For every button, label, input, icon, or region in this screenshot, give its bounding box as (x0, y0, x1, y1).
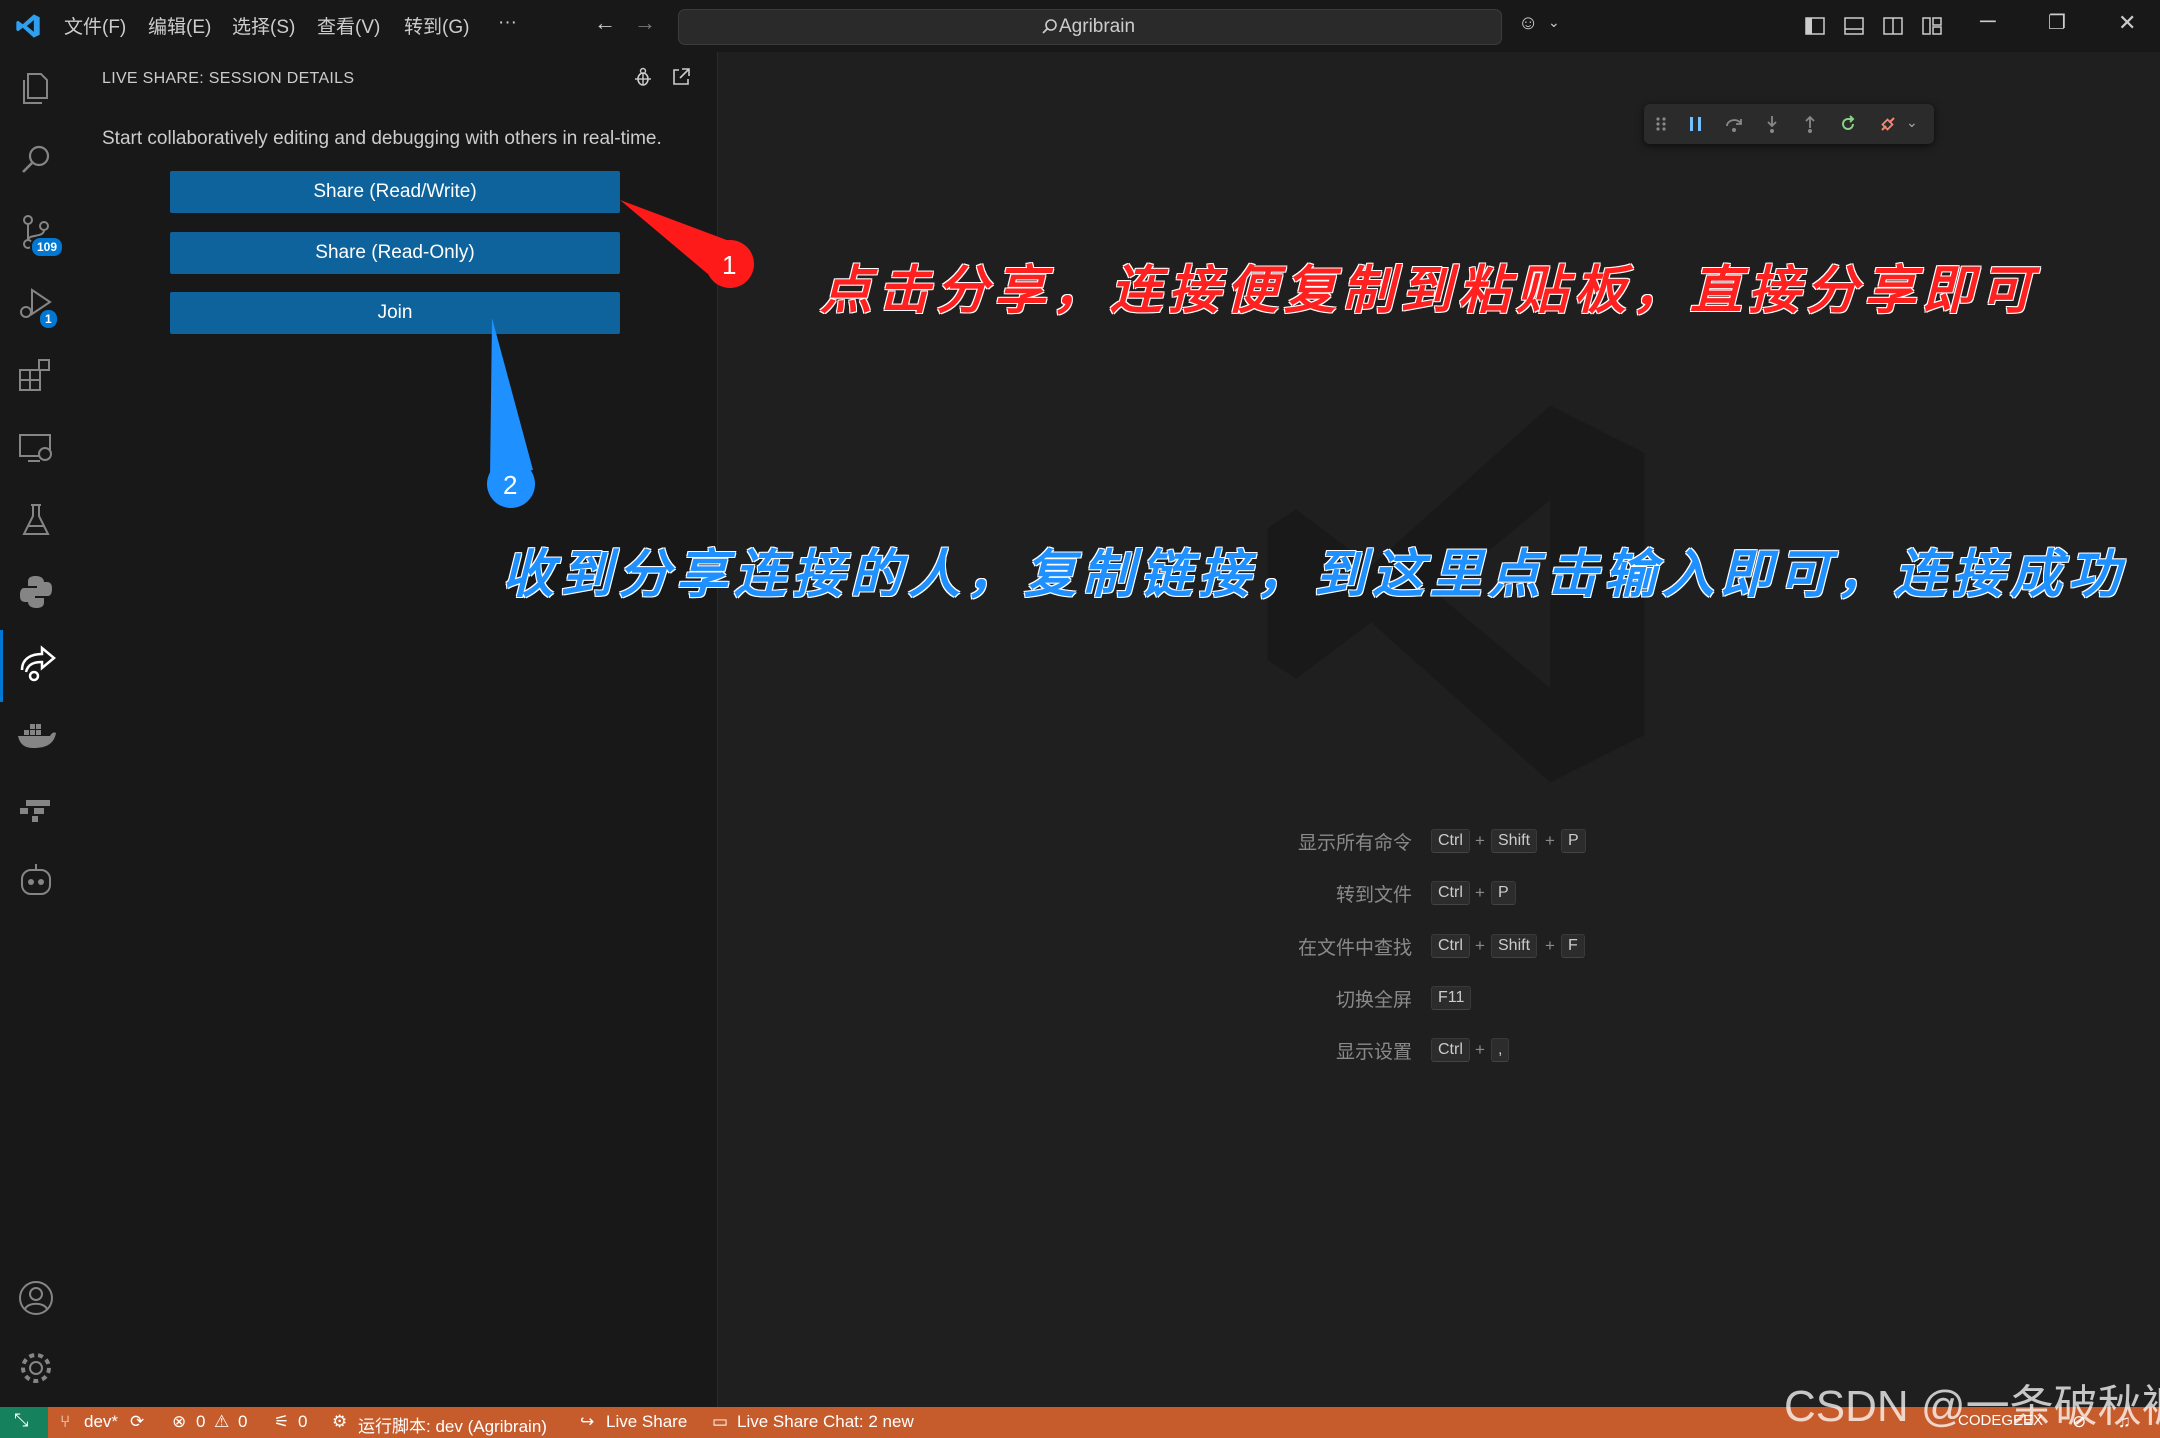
warning-count[interactable]: 0 (238, 1412, 247, 1432)
ports-icon: ⚟ (274, 1412, 290, 1431)
sync-icon[interactable]: ⟳ (130, 1412, 144, 1432)
run-script-icon: ⚙ (332, 1412, 348, 1431)
ports-count[interactable]: 0 (298, 1412, 307, 1432)
csdn-watermark: CSDN @一条破秋裤 (1784, 1382, 2160, 1431)
annotation-layer (487, 200, 754, 508)
warning-icon: ⚠ (214, 1412, 230, 1431)
live-share-status-icon: ↪ (580, 1412, 595, 1431)
chat-icon: ▭ (712, 1412, 729, 1431)
blue-callout-arrow (490, 318, 533, 478)
annotation-share-hint: 点击分享，连接便复制到粘贴板，直接分享即可 (820, 260, 2039, 321)
error-icon: ⊗ (172, 1412, 187, 1431)
live-share-chat-status[interactable]: Live Share Chat: 2 new (737, 1412, 914, 1432)
live-share-status[interactable]: Live Share (606, 1412, 687, 1432)
run-script-status[interactable]: 运行脚本: dev (Agribrain) (358, 1412, 547, 1437)
remote-icon: ⤡ (14, 1410, 29, 1430)
error-count[interactable]: 0 (196, 1412, 205, 1432)
branch-name[interactable]: dev* (84, 1412, 118, 1432)
marker-2-label: 2 (503, 470, 518, 500)
marker-1-label: 1 (722, 250, 737, 280)
remote-indicator[interactable]: ⤡ (0, 1407, 48, 1438)
annotation-join-hint: 收到分享连接的人，复制链接，到这里点击输入即可，连接成功 (502, 544, 2127, 605)
branch-icon: ⑂ (60, 1412, 71, 1431)
